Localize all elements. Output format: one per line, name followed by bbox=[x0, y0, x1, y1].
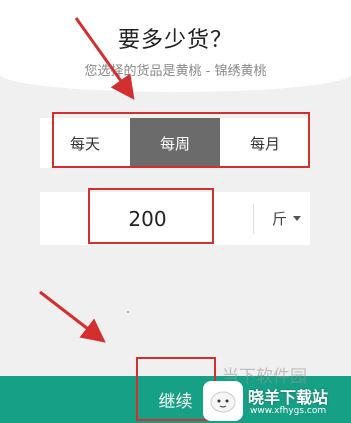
watermark-url: www.xfhygs.com bbox=[250, 406, 327, 416]
annotation-arrow-bottom bbox=[39, 290, 106, 343]
watermark-logo bbox=[203, 381, 243, 421]
annotation-arrow-top bbox=[74, 17, 135, 100]
annotation-box-frequency bbox=[52, 112, 310, 168]
annotation-box-quantity bbox=[88, 188, 214, 244]
watermark-brand: 晓羊下载站 bbox=[248, 388, 329, 407]
sheep-logo-icon bbox=[210, 391, 236, 413]
